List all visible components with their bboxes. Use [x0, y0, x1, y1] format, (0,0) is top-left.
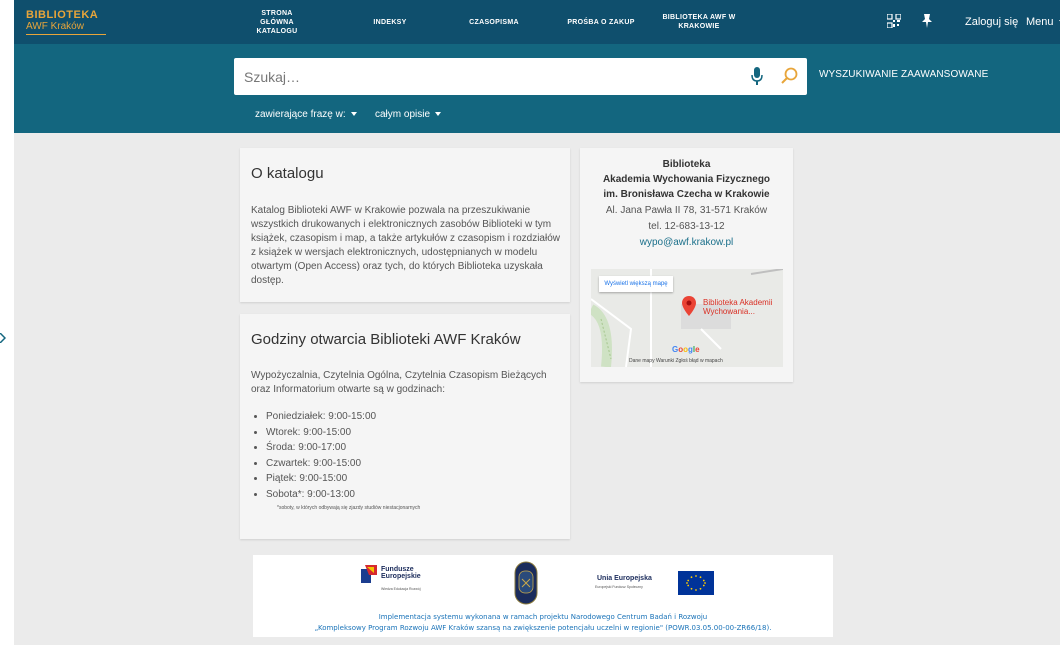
about-text: Katalog Biblioteki AWF w Krakowie pozwal… — [251, 205, 560, 286]
larger-map-button[interactable]: Wyświetl większą mapę — [599, 276, 673, 292]
top-nav: BIBLIOTEKA AWF Kraków — [14, 0, 1060, 44]
phrase-filter-label: zawierające frazę w: — [255, 109, 346, 120]
library-academy: Akademia Wychowania Fizycznego — [602, 174, 771, 185]
logo-title: BIBLIOTEKA — [26, 9, 99, 21]
nav-purchase-request[interactable]: PROŚBA O ZAKUP — [561, 0, 641, 44]
hours-list: Poniedziałek: 9:00-15:00 Wtorek: 9:00-15… — [262, 409, 376, 503]
search-input[interactable] — [244, 58, 724, 95]
search-icon[interactable] — [779, 66, 799, 86]
library-address: Al. Jana Pawła II 78, 31-571 Kraków — [605, 205, 768, 216]
hours-note: *soboty, w których odbywają się zjazdy s… — [277, 505, 421, 511]
google-logo: Google — [672, 345, 700, 354]
nav-journals[interactable]: CZASOPISMA — [462, 0, 526, 44]
eu-funds-title: Fundusze Europejskie — [381, 566, 421, 580]
logo-subtitle: AWF Kraków — [26, 21, 106, 35]
map-footer-links[interactable]: Dane mapy Warunki Zgłoś błąd w mapach — [629, 358, 723, 364]
chevron-right-icon[interactable] — [0, 333, 6, 343]
eu-funds-subtitle: Wiedza Edukacja Rozwój — [381, 587, 421, 591]
banner-project-line: Implementacja systemu wykonana w ramach … — [378, 613, 708, 621]
map-marker-label-line2: Wychowania... — [703, 307, 755, 316]
eu-title: Unia Europejska — [597, 575, 652, 582]
eu-subtitle: Europejski Fundusz Społeczny — [595, 585, 643, 589]
map-marker-icon[interactable] — [682, 296, 696, 316]
advanced-search-link[interactable]: WYSZUKIWANIE ZAAWANSOWANE — [819, 69, 988, 80]
field-filter-label: całym opisie — [375, 109, 431, 120]
university-seal-icon — [514, 561, 538, 605]
chevron-down-icon — [435, 112, 442, 117]
menu-label: Menu — [1026, 16, 1054, 28]
eu-funds-logo-icon — [361, 565, 377, 583]
library-patron: im. Bronisława Czecha w Krakowie — [603, 189, 770, 200]
nav-catalog-home[interactable]: STRONA GŁÓWNA KATALOGU — [245, 0, 309, 44]
hours-intro: Wypożyczalnia, Czytelnia Ogólna, Czyteln… — [251, 370, 547, 395]
menu-button[interactable]: Menu — [1026, 0, 1060, 44]
eu-funds-line2: Europejskie — [381, 573, 421, 580]
hours-card: Godziny otwarcia Biblioteki AWF Kraków W… — [240, 314, 570, 539]
map-marker-label-line1: Biblioteka Akademii — [703, 298, 773, 307]
hours-item-friday: Piątek: 9:00-15:00 — [266, 471, 376, 487]
map-marker-label: Biblioteka Akademii Wychowania... — [703, 298, 772, 316]
eu-flag-icon — [678, 571, 714, 595]
about-card: O katalogu Katalog Biblioteki AWF w Krak… — [240, 148, 570, 302]
nav-library-awf[interactable]: BIBLIOTEKA AWF W KRAKOWIE — [662, 0, 736, 44]
library-logo[interactable]: BIBLIOTEKA AWF Kraków — [26, 10, 110, 35]
search-box — [234, 58, 807, 95]
hours-item-monday: Poniedziałek: 9:00-15:00 — [266, 409, 376, 425]
qr-code-icon[interactable] — [887, 14, 901, 28]
library-phone: tel. 12-683-13-12 — [648, 221, 725, 232]
chevron-down-icon — [350, 112, 357, 117]
microphone-icon[interactable] — [749, 66, 765, 86]
library-name: Biblioteka — [662, 159, 711, 170]
nav-indexes[interactable]: INDEKSY — [365, 0, 415, 44]
about-title: O katalogu — [251, 165, 324, 182]
banner-program-line: „Kompleksowy Program Rozwoju AWF Kraków … — [314, 624, 772, 632]
hours-item-thursday: Czwartek: 9:00-15:00 — [266, 456, 376, 472]
phrase-filter-dropdown[interactable]: zawierające frazę w: — [255, 109, 357, 120]
field-filter-dropdown[interactable]: całym opisie — [375, 109, 442, 120]
hours-item-saturday: Sobota*: 9:00-13:00 — [266, 487, 376, 503]
pin-icon[interactable] — [921, 13, 933, 29]
library-email-link[interactable]: wypo@awf.krakow.pl — [580, 235, 793, 250]
eu-funds-line1: Fundusze — [381, 566, 414, 573]
login-link[interactable]: Zaloguj się — [965, 0, 1018, 44]
hours-item-wednesday: Środa: 9:00-17:00 — [266, 440, 376, 456]
hours-title: Godziny otwarcia Biblioteki AWF Kraków — [251, 331, 521, 348]
page: BIBLIOTEKA AWF Kraków STRONA GŁÓWNA KATA… — [0, 0, 1060, 645]
hours-item-tuesday: Wtorek: 9:00-15:00 — [266, 425, 376, 441]
